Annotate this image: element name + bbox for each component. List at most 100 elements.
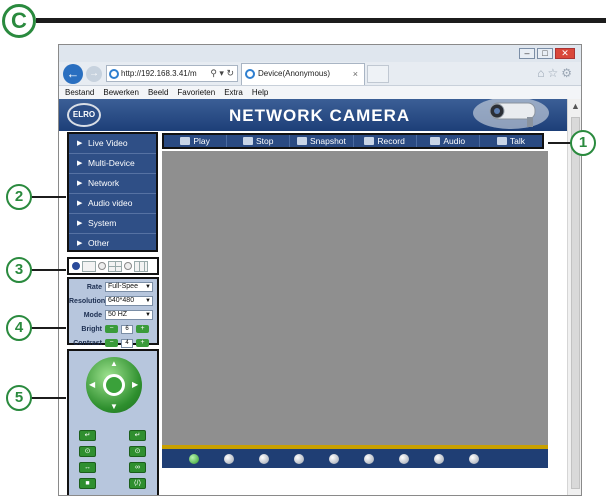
manual-page: C – □ ✕ ← → http://192.168.3.41/m ⚲ ▾ ↻ … — [0, 0, 606, 496]
chevron-down-icon: ▼ — [145, 284, 151, 290]
minimize-button[interactable]: – — [519, 48, 535, 59]
ptz-button-3[interactable]: ⊙ — [79, 446, 96, 457]
home-star-gear-icons[interactable]: ⌂☆⚙ — [537, 66, 575, 80]
video-settings: Rate Full-Spee ▼ Resolution 640*480 ▼ Mode… — [67, 277, 159, 348]
ptz-button-8[interactable]: ⟨/⟩ — [129, 478, 146, 489]
video-display[interactable] — [162, 151, 548, 445]
single-view-icon — [82, 260, 96, 272]
resolution-label: Resolution — [69, 297, 106, 305]
camera-icon — [473, 99, 549, 129]
quad-view-icon — [108, 260, 122, 272]
contrast-plus-button[interactable]: + — [136, 339, 149, 347]
menu-bestand[interactable]: Bestand — [65, 86, 94, 99]
camera-channel-4[interactable] — [294, 453, 304, 464]
play-icon — [180, 137, 191, 145]
layout-radio-9[interactable] — [124, 262, 132, 270]
layout-radio-4[interactable] — [98, 262, 106, 270]
bright-value: 6 — [121, 324, 133, 334]
up-arrow-icon: ▲ — [110, 359, 118, 368]
menu-beeld[interactable]: Beeld — [148, 86, 168, 99]
new-tab-button[interactable] — [367, 65, 389, 83]
audio-button[interactable]: Audio — [417, 135, 480, 147]
resolution-select[interactable]: 640*480 ▼ — [105, 296, 153, 306]
callout-line-3 — [30, 269, 66, 271]
stop-button[interactable]: Stop — [227, 135, 291, 147]
callout-line-4 — [30, 327, 66, 329]
camera-channel-8[interactable] — [434, 453, 444, 464]
tab-title: Device(Anonymous) — [258, 69, 331, 78]
left-arrow-icon: ◀ — [89, 380, 96, 389]
tab-close-icon[interactable]: × — [353, 64, 358, 84]
ptz-joystick[interactable]: ▲ ▼ ◀ ▶ — [86, 357, 142, 413]
menu-extra[interactable]: Extra — [224, 86, 243, 99]
mode-select[interactable]: 50 HZ ▼ — [105, 310, 153, 320]
layout-radio-1[interactable] — [72, 262, 80, 270]
nine-view-icon — [134, 260, 148, 272]
ptz-button-2[interactable]: ↵ — [129, 430, 146, 441]
play-button[interactable]: Play — [164, 135, 228, 147]
ptz-button-7[interactable]: ■ — [79, 478, 96, 489]
camera-header: ELRO NETWORK CAMERA — [59, 99, 567, 131]
stop-icon — [243, 137, 253, 145]
chevron-down-icon: ▼ — [145, 298, 151, 304]
ptz-control-panel: ▲ ▼ ◀ ▶ ↵ ↵ ⊙ ⊙ ↔ ∞ ■ ⟨/⟩ — [67, 349, 159, 495]
menu-network[interactable]: ▶ Network — [69, 174, 156, 194]
camera-channel-3[interactable] — [259, 453, 269, 464]
ptz-button-6[interactable]: ∞ — [129, 462, 146, 473]
back-arrow-icon[interactable]: ← — [63, 64, 83, 84]
callout-line-2 — [30, 196, 66, 198]
camera-channel-1[interactable] — [189, 453, 199, 464]
snapshot-button[interactable]: Snapshot — [290, 135, 354, 147]
bright-minus-button[interactable]: − — [105, 325, 118, 333]
callout-line-5 — [30, 397, 66, 399]
bright-plus-button[interactable]: + — [136, 325, 149, 333]
address-text: http://192.168.3.41/m — [121, 69, 197, 78]
camera-snapshot-icon — [296, 137, 307, 145]
camera-channel-7[interactable] — [399, 453, 409, 464]
scroll-thumb[interactable] — [571, 117, 580, 489]
layout-selector — [67, 257, 159, 275]
video-toolbar: Play Stop Snapshot Record Audio Talk — [162, 133, 544, 149]
camera-channel-2[interactable] — [224, 453, 234, 464]
camera-channel-6[interactable] — [364, 453, 374, 464]
elro-logo: ELRO — [67, 103, 101, 127]
right-arrow-icon: ▶ — [132, 380, 139, 389]
menu-help[interactable]: Help — [252, 86, 268, 99]
menu-audio-video[interactable]: ▶ Audio video — [69, 194, 156, 214]
menu-bewerken[interactable]: Bewerken — [103, 86, 139, 99]
contrast-label: Contrast — [73, 339, 102, 347]
left-menu: ▶ Live Video ▶ Multi-Device ▶ Network ▶ Audi… — [67, 132, 158, 252]
menu-favorieten[interactable]: Favorieten — [177, 86, 215, 99]
camera-channel-5[interactable] — [329, 453, 339, 464]
contrast-minus-button[interactable]: − — [105, 339, 118, 347]
tab-ie-icon — [245, 69, 255, 79]
close-button[interactable]: ✕ — [555, 48, 575, 59]
address-bar[interactable]: http://192.168.3.41/m ⚲ ▾ ↻ — [106, 65, 238, 82]
menu-system[interactable]: ▶ System — [69, 214, 156, 234]
callout-4: 4 — [6, 315, 32, 341]
rate-select[interactable]: Full-Spee ▼ — [105, 282, 153, 292]
joystick-center-icon[interactable] — [103, 374, 125, 396]
menu-other[interactable]: ▶ Other — [69, 234, 156, 254]
talk-button[interactable]: Talk — [480, 135, 542, 147]
record-button[interactable]: Record — [354, 135, 417, 147]
callout-line-1 — [548, 142, 572, 144]
callout-5: 5 — [6, 385, 32, 411]
ptz-button-5[interactable]: ↔ — [79, 462, 96, 473]
ptz-button-4[interactable]: ⊙ — [129, 446, 146, 457]
menu-live-video[interactable]: ▶ Live Video — [69, 134, 156, 154]
mode-label: Mode — [83, 311, 102, 319]
camera-channel-9[interactable] — [469, 453, 479, 464]
forward-arrow-icon[interactable]: → — [86, 66, 102, 82]
rate-label: Rate — [86, 283, 102, 291]
ptz-button-1[interactable]: ↵ — [79, 430, 96, 441]
maximize-button[interactable]: □ — [537, 48, 553, 59]
page-title: NETWORK CAMERA — [229, 106, 411, 125]
section-badge: C — [2, 4, 36, 38]
tab-device[interactable]: Device(Anonymous) × — [241, 63, 365, 85]
title-bar: – □ ✕ — [59, 45, 581, 62]
menu-multi-device[interactable]: ▶ Multi-Device — [69, 154, 156, 174]
vertical-scrollbar[interactable]: ▲ — [567, 99, 581, 495]
callout-1: 1 — [570, 130, 596, 156]
search-refresh-icons[interactable]: ⚲ ▾ ↻ — [210, 66, 234, 81]
